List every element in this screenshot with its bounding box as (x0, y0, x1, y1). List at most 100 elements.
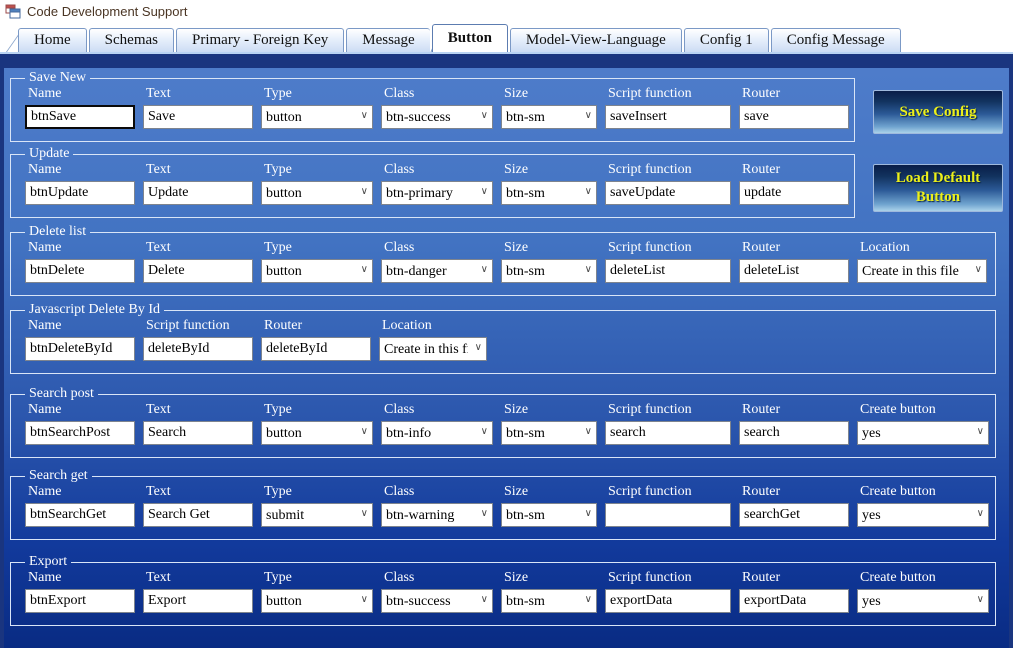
tab-message[interactable]: Message (346, 28, 430, 52)
class-label: Class (384, 402, 493, 418)
group-title: Export (25, 554, 71, 570)
save-new-type-select[interactable]: button (261, 105, 373, 129)
group-update: UpdateNameTextTypebutton∨Classbtn-primar… (10, 146, 855, 218)
group-search-get: Search getNameTextTypesubmit∨Classbtn-wa… (10, 468, 996, 540)
export-class-select[interactable]: btn-success (381, 589, 493, 613)
class-label: Class (384, 570, 493, 586)
save-new-class-select[interactable]: btn-success (381, 105, 493, 129)
search-post-router-input[interactable] (739, 421, 849, 445)
search-post-name-input[interactable] (25, 421, 135, 445)
main-area: Save NewNameTextTypebutton∨Classbtn-succ… (0, 52, 1013, 648)
tab-config-message[interactable]: Config Message (771, 28, 901, 52)
tab-model-view-language[interactable]: Model-View-Language (510, 28, 682, 52)
tab-config-1[interactable]: Config 1 (684, 28, 769, 52)
title-bar: Code Development Support (0, 0, 1013, 22)
export-text-input[interactable] (143, 589, 253, 613)
size-label: Size (504, 86, 597, 102)
script-function-label: Script function (608, 484, 731, 500)
javascript-delete-by-id-name-input[interactable] (25, 337, 135, 361)
javascript-delete-by-id-script-function-input[interactable] (143, 337, 253, 361)
group-export: ExportNameTextTypebutton∨Classbtn-succes… (10, 554, 996, 626)
export-type-select[interactable]: button (261, 589, 373, 613)
update-router-input[interactable] (739, 181, 849, 205)
update-type-select[interactable]: button (261, 181, 373, 205)
delete-list-location-select[interactable]: Create in this file (857, 259, 987, 283)
text-label: Text (146, 240, 253, 256)
size-label: Size (504, 162, 597, 178)
search-get-router-input[interactable] (739, 503, 849, 527)
name-label: Name (28, 570, 135, 586)
group-title: Delete list (25, 224, 90, 240)
group-delete-list: Delete listNameTextTypebutton∨Classbtn-d… (10, 224, 996, 296)
router-label: Router (742, 484, 849, 500)
update-text-input[interactable] (143, 181, 253, 205)
search-post-script-function-input[interactable] (605, 421, 731, 445)
group-title: Search post (25, 386, 98, 402)
javascript-delete-by-id-router-input[interactable] (261, 337, 371, 361)
name-label: Name (28, 402, 135, 418)
save-new-script-function-input[interactable] (605, 105, 731, 129)
update-name-input[interactable] (25, 181, 135, 205)
type-label: Type (264, 570, 373, 586)
search-get-create-button-select[interactable]: yes (857, 503, 989, 527)
delete-list-script-function-input[interactable] (605, 259, 731, 283)
name-label: Name (28, 86, 135, 102)
export-router-input[interactable] (739, 589, 849, 613)
search-get-text-input[interactable] (143, 503, 253, 527)
script-function-label: Script function (608, 162, 731, 178)
save-new-size-select[interactable]: btn-sm (501, 105, 597, 129)
type-label: Type (264, 484, 373, 500)
size-label: Size (504, 240, 597, 256)
delete-list-class-select[interactable]: btn-danger (381, 259, 493, 283)
export-name-input[interactable] (25, 589, 135, 613)
router-label: Router (742, 570, 849, 586)
name-label: Name (28, 240, 135, 256)
save-config-button[interactable]: Save Config (873, 90, 1003, 134)
search-get-size-select[interactable]: btn-sm (501, 503, 597, 527)
script-function-label: Script function (608, 240, 731, 256)
delete-list-name-input[interactable] (25, 259, 135, 283)
search-get-name-input[interactable] (25, 503, 135, 527)
export-script-function-input[interactable] (605, 589, 731, 613)
text-label: Text (146, 162, 253, 178)
load-default-button-button[interactable]: Load Default Button (873, 164, 1003, 212)
search-post-text-input[interactable] (143, 421, 253, 445)
delete-list-size-select[interactable]: btn-sm (501, 259, 597, 283)
javascript-delete-by-id-location-select[interactable]: Create in this fi (379, 337, 487, 361)
router-label: Router (742, 240, 849, 256)
tab-primary-foreign-key[interactable]: Primary - Foreign Key (176, 28, 344, 52)
size-label: Size (504, 402, 597, 418)
search-post-class-select[interactable]: btn-info (381, 421, 493, 445)
delete-list-type-select[interactable]: button (261, 259, 373, 283)
group-search-post: Search postNameTextTypebutton∨Classbtn-i… (10, 386, 996, 458)
create-button-label: Create button (860, 570, 989, 586)
type-label: Type (264, 240, 373, 256)
tab-schemas[interactable]: Schemas (89, 28, 174, 52)
create-button-label: Create button (860, 402, 989, 418)
search-post-create-button-select[interactable]: yes (857, 421, 989, 445)
export-create-button-select[interactable]: yes (857, 589, 989, 613)
name-label: Name (28, 484, 135, 500)
search-get-class-select[interactable]: btn-warning (381, 503, 493, 527)
search-get-type-select[interactable]: submit (261, 503, 373, 527)
size-label: Size (504, 484, 597, 500)
save-new-router-input[interactable] (739, 105, 849, 129)
save-new-text-input[interactable] (143, 105, 253, 129)
save-new-name-input[interactable] (25, 105, 135, 129)
tab-button[interactable]: Button (432, 24, 508, 52)
search-get-script-function-input[interactable] (605, 503, 731, 527)
router-label: Router (742, 402, 849, 418)
router-label: Router (742, 86, 849, 102)
update-script-function-input[interactable] (605, 181, 731, 205)
update-size-select[interactable]: btn-sm (501, 181, 597, 205)
delete-list-router-input[interactable] (739, 259, 849, 283)
export-size-select[interactable]: btn-sm (501, 589, 597, 613)
text-label: Text (146, 570, 253, 586)
script-function-label: Script function (608, 86, 731, 102)
tab-home[interactable]: Home (18, 28, 87, 52)
search-post-size-select[interactable]: btn-sm (501, 421, 597, 445)
search-post-type-select[interactable]: button (261, 421, 373, 445)
router-label: Router (264, 318, 371, 334)
delete-list-text-input[interactable] (143, 259, 253, 283)
update-class-select[interactable]: btn-primary (381, 181, 493, 205)
